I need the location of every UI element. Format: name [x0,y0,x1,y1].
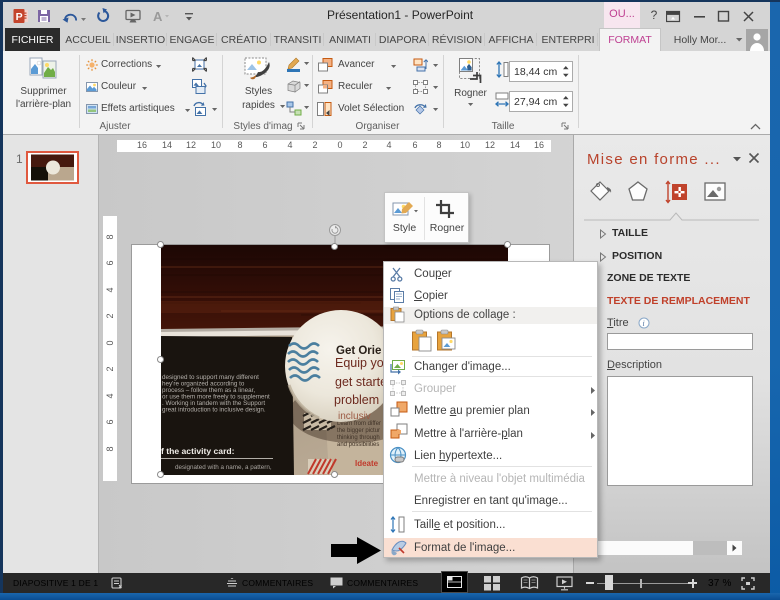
svg-text:inclusiv: inclusiv [338,411,371,422]
svg-text:problem s: problem s [334,393,389,407]
svg-text:A: A [153,9,163,24]
svg-text:thinking through: thinking through [337,435,380,441]
svg-text:f the activity card:: f the activity card: [161,446,235,456]
svg-text:designated with a name, a patt: designated with a name, a pattern, [175,464,272,471]
svg-text:and possibilities: and possibilities [337,442,379,448]
svg-text:P: P [16,11,23,23]
svg-text:great introduction to inclusiv: great introduction to inclusive design. [162,407,266,414]
svg-text:the bigger pictur: the bigger pictur [337,428,380,434]
svg-text:Ideate: Ideate [355,459,379,468]
